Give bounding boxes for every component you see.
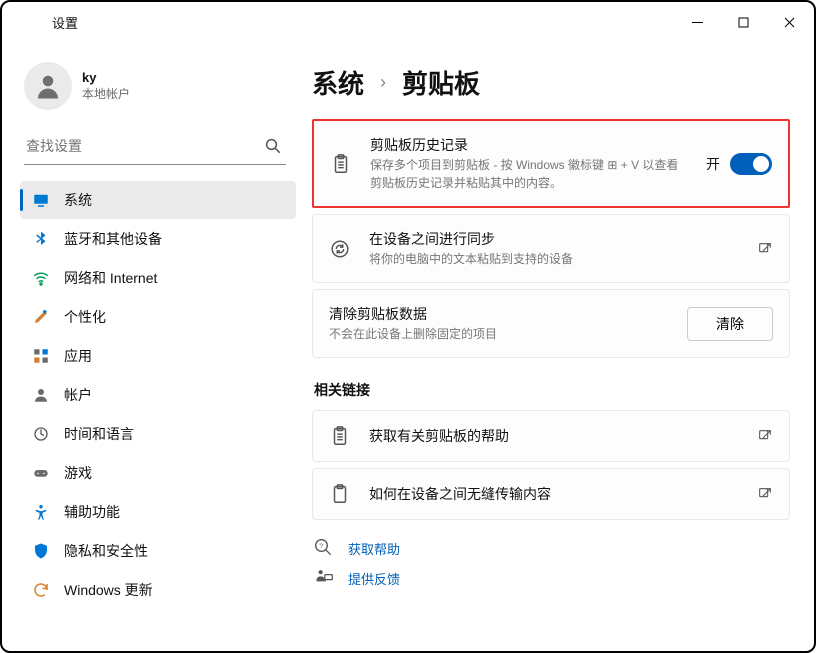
open-link-icon: [757, 486, 773, 502]
feedback-link[interactable]: 提供反馈: [314, 568, 790, 588]
back-button[interactable]: [20, 10, 28, 35]
toggle-state-label: 开: [706, 154, 720, 174]
nav-item-system[interactable]: 系统: [20, 181, 296, 219]
feedback-icon: [314, 568, 334, 588]
card-cross-device-transfer[interactable]: 如何在设备之间无缝传输内容: [312, 468, 790, 520]
nav-label: Windows 更新: [64, 580, 153, 600]
person-icon: [32, 386, 50, 404]
brush-icon: [32, 308, 50, 326]
card-title: 剪贴板历史记录: [370, 135, 688, 155]
nav-label: 游戏: [64, 463, 92, 483]
avatar: [24, 62, 72, 110]
get-help-link[interactable]: ? 获取帮助: [314, 538, 790, 558]
nav-item-bluetooth[interactable]: 蓝牙和其他设备: [20, 220, 296, 258]
nav-item-gaming[interactable]: 游戏: [20, 454, 296, 492]
nav-label: 帐户: [64, 385, 92, 405]
clipboard-list-icon: [329, 425, 351, 447]
card-sync-across-devices[interactable]: 在设备之间进行同步 将你的电脑中的文本粘贴到支持的设备: [312, 214, 790, 283]
open-link-icon: [757, 241, 773, 257]
card-title: 如何在设备之间无缝传输内容: [369, 484, 739, 504]
nav-label: 应用: [64, 346, 92, 366]
card-subtitle: 不会在此设备上删除固定的项目: [329, 325, 669, 343]
nav-label: 辅助功能: [64, 502, 120, 522]
system-icon: [32, 191, 50, 209]
search-box[interactable]: [24, 130, 286, 165]
clipboard-history-toggle[interactable]: [730, 153, 772, 175]
card-title: 获取有关剪贴板的帮助: [369, 426, 739, 446]
breadcrumb-root[interactable]: 系统: [312, 64, 364, 101]
nav-item-windows-update[interactable]: Windows 更新: [20, 571, 296, 609]
search-icon[interactable]: [264, 137, 282, 155]
svg-text:?: ?: [319, 543, 323, 550]
nav-item-apps[interactable]: 应用: [20, 337, 296, 375]
card-clear-clipboard: 清除剪贴板数据 不会在此设备上删除固定的项目 清除: [312, 289, 790, 358]
nav-list: 系统 蓝牙和其他设备 网络和 Internet 个性化 应用 帐户: [20, 181, 296, 609]
wifi-icon: [32, 269, 50, 287]
link-text: 获取帮助: [348, 539, 400, 558]
nav-label: 隐私和安全性: [64, 541, 148, 561]
nav-item-network[interactable]: 网络和 Internet: [20, 259, 296, 297]
titlebar: 设置: [2, 2, 814, 42]
user-account-type: 本地帐户: [82, 85, 130, 102]
card-title: 清除剪贴板数据: [329, 304, 669, 324]
card-clipboard-history: 剪贴板历史记录 保存多个项目到剪贴板 - 按 Windows 徽标键 ⊞ + V…: [312, 119, 790, 208]
close-button[interactable]: [766, 6, 812, 38]
window-controls: [674, 6, 812, 38]
breadcrumb-leaf: 剪贴板: [402, 64, 480, 101]
nav-item-privacy[interactable]: 隐私和安全性: [20, 532, 296, 570]
minimize-button[interactable]: [674, 6, 720, 38]
app-title: 设置: [52, 13, 78, 32]
nav-label: 蓝牙和其他设备: [64, 229, 162, 249]
clear-button[interactable]: 清除: [687, 307, 773, 341]
nav-label: 时间和语言: [64, 424, 134, 444]
open-link-icon: [757, 428, 773, 444]
card-subtitle: 保存多个项目到剪贴板 - 按 Windows 徽标键 ⊞ + V 以查看剪贴板历…: [370, 156, 688, 192]
nav-label: 个性化: [64, 307, 106, 327]
nav-item-accessibility[interactable]: 辅助功能: [20, 493, 296, 531]
card-help-clipboard[interactable]: 获取有关剪贴板的帮助: [312, 410, 790, 462]
card-title: 在设备之间进行同步: [369, 229, 739, 249]
accessibility-icon: [32, 503, 50, 521]
chevron-right-icon: ›: [380, 72, 386, 93]
nav-label: 系统: [64, 190, 92, 210]
card-subtitle: 将你的电脑中的文本粘贴到支持的设备: [369, 250, 739, 268]
link-text: 提供反馈: [348, 569, 400, 588]
clipboard-icon: [329, 483, 351, 505]
nav-label: 网络和 Internet: [64, 268, 157, 288]
nav-item-accounts[interactable]: 帐户: [20, 376, 296, 414]
help-icon: ?: [314, 538, 334, 558]
user-name: ky: [82, 70, 130, 85]
maximize-button[interactable]: [720, 6, 766, 38]
shield-icon: [32, 542, 50, 560]
globe-clock-icon: [32, 425, 50, 443]
sync-icon: [329, 238, 351, 260]
nav-item-time-language[interactable]: 时间和语言: [20, 415, 296, 453]
bluetooth-icon: [32, 230, 50, 248]
main-content: 系统 › 剪贴板 剪贴板历史记录 保存多个项目到剪贴板 - 按 Windows …: [302, 42, 814, 651]
apps-icon: [32, 347, 50, 365]
sidebar: ky 本地帐户 系统 蓝牙和其他设备 网络和 Internet: [2, 42, 302, 651]
update-icon: [32, 581, 50, 599]
gamepad-icon: [32, 464, 50, 482]
breadcrumb: 系统 › 剪贴板: [312, 64, 790, 101]
nav-item-personalization[interactable]: 个性化: [20, 298, 296, 336]
clipboard-list-icon: [330, 153, 352, 175]
user-profile[interactable]: ky 本地帐户: [24, 62, 292, 110]
search-input[interactable]: [24, 132, 264, 160]
related-links-heading: 相关链接: [314, 380, 790, 400]
